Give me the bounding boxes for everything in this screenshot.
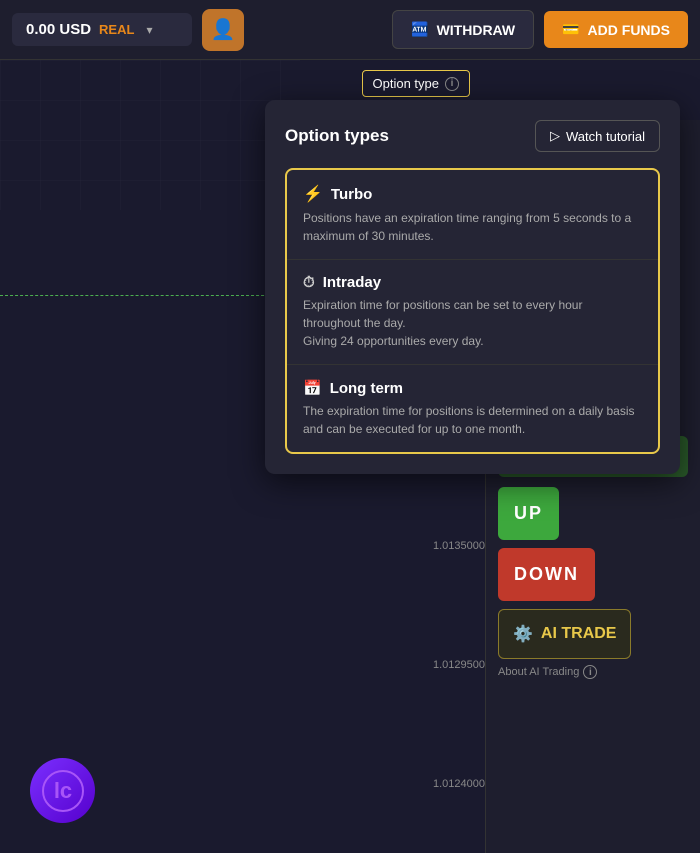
chevron-down-icon: ▾ (146, 23, 152, 37)
withdraw-button[interactable]: 🏧 WITHDRAW (392, 10, 534, 49)
down-button[interactable]: DOWN (498, 548, 595, 601)
header: 0.00 USD REAL ▾ 👤 🏧 WITHDRAW 💳 ADD FUNDS (0, 0, 700, 60)
withdraw-label: WITHDRAW (437, 22, 516, 38)
option-item-longterm[interactable]: 📅 Long term The expiration time for posi… (287, 365, 658, 452)
watch-tutorial-label: Watch tutorial (566, 129, 645, 144)
intraday-icon: ⏱ (303, 274, 315, 291)
about-ai-trading[interactable]: About AI Trading i (498, 665, 688, 679)
person-icon: 👤 (211, 17, 236, 42)
watch-tutorial-button[interactable]: ▷ Watch tutorial (535, 120, 660, 152)
option-item-turbo[interactable]: ⚡ Turbo Positions have an expiration tim… (287, 170, 658, 260)
intraday-name: ⏱ Intraday (303, 274, 642, 291)
ai-info-icon[interactable]: i (583, 665, 597, 679)
ai-trade-button[interactable]: ⚙️ AI TRADE (498, 609, 631, 659)
add-funds-label: ADD FUNDS (588, 22, 670, 38)
modal-header: Option types ▷ Watch tutorial (285, 120, 660, 152)
ai-icon: ⚙️ (513, 624, 533, 644)
longterm-desc: The expiration time for positions is det… (303, 402, 642, 438)
logo-icon: lc (42, 770, 84, 812)
up-button[interactable]: UP (498, 487, 559, 540)
option-type-info-icon[interactable]: i (445, 77, 459, 91)
option-type-label: Option type (373, 76, 440, 91)
svg-text:lc: lc (53, 778, 71, 803)
price-label-4: 1.0135000 (433, 540, 485, 552)
balance-amount: 0.00 USD (26, 21, 91, 38)
intraday-desc: Expiration time for positions can be set… (303, 296, 642, 350)
turbo-icon: ⚡ (303, 184, 323, 204)
card-icon: 💳 (562, 21, 579, 38)
withdraw-icon: 🏧 (411, 21, 428, 38)
price-label-6: 1.0124000 (433, 778, 485, 790)
turbo-name: ⚡ Turbo (303, 184, 642, 204)
bottom-logo[interactable]: lc (30, 758, 95, 823)
modal-title: Option types (285, 126, 389, 146)
options-list: ⚡ Turbo Positions have an expiration tim… (285, 168, 660, 454)
turbo-desc: Positions have an expiration time rangin… (303, 209, 642, 245)
balance-type: REAL (99, 22, 134, 37)
add-funds-button[interactable]: 💳 ADD FUNDS (544, 11, 688, 48)
ai-trade-label: AI TRADE (541, 625, 617, 643)
option-types-modal: Option types ▷ Watch tutorial ⚡ Turbo Po… (265, 100, 680, 474)
avatar-button[interactable]: 👤 (202, 9, 244, 51)
play-icon: ▷ (550, 128, 560, 144)
chart-svg (0, 60, 300, 210)
longterm-name: 📅 Long term (303, 379, 642, 397)
calendar-icon: 📅 (303, 379, 322, 397)
option-type-badge[interactable]: Option type i (362, 70, 471, 97)
price-label-5: 1.0129500 (433, 659, 485, 671)
option-item-intraday[interactable]: ⏱ Intraday Expiration time for positions… (287, 260, 658, 365)
balance-box[interactable]: 0.00 USD REAL ▾ (12, 13, 192, 46)
